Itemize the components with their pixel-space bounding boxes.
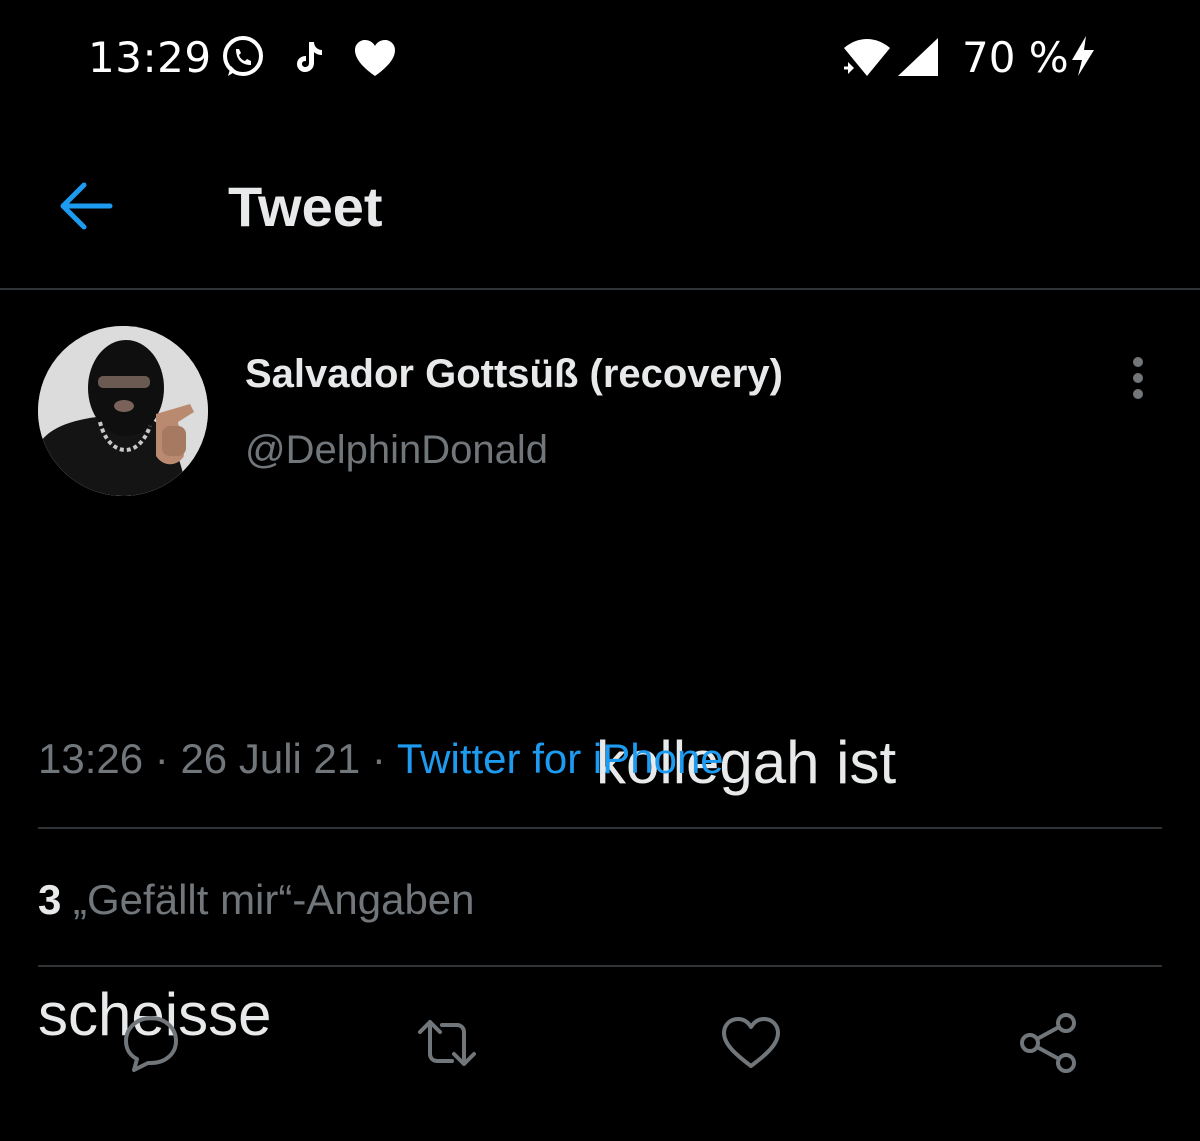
retweet-icon xyxy=(418,1020,476,1066)
like-icon xyxy=(722,1017,780,1068)
page-title: Tweet xyxy=(228,175,383,238)
tweet-date: 26 Juli 21 xyxy=(180,735,361,782)
back-button[interactable] xyxy=(52,176,122,236)
status-time: 13:29 xyxy=(88,33,212,82)
like-button[interactable] xyxy=(718,1010,784,1076)
heart-icon xyxy=(353,38,397,83)
avatar-image xyxy=(38,326,208,496)
tweet-time: 13:26 xyxy=(38,735,144,782)
reply-button[interactable] xyxy=(118,1010,184,1076)
tweet-meta: 13:26 · 26 Juli 21 · Twitter for iPhone xyxy=(38,735,724,783)
meta-separator: · xyxy=(154,735,169,782)
battery-percent: 70 % xyxy=(962,33,1069,82)
meta-separator: · xyxy=(371,735,386,782)
tweet-action-bar xyxy=(0,1010,1200,1080)
avatar[interactable] xyxy=(38,326,208,496)
wifi-icon xyxy=(842,38,892,83)
more-vertical-icon xyxy=(1133,357,1143,399)
likes-summary[interactable]: 3 „Gefällt mir“-Angaben xyxy=(38,876,475,924)
user-handle[interactable]: @DelphinDonald xyxy=(245,428,548,473)
display-name[interactable]: Salvador Gottsüß (recovery) xyxy=(245,352,783,397)
status-bar: 13:29 70 % xyxy=(0,0,1200,120)
arrow-left-icon xyxy=(60,182,113,230)
reply-icon xyxy=(124,1016,178,1072)
more-options-button[interactable] xyxy=(1118,352,1158,408)
likes-label: „Gefällt mir“-Angaben xyxy=(73,876,475,923)
divider xyxy=(38,965,1162,967)
charging-icon xyxy=(1068,34,1098,83)
likes-count: 3 xyxy=(38,876,62,923)
divider xyxy=(38,827,1162,829)
top-app-bar: Tweet xyxy=(0,130,1200,290)
tiktok-icon xyxy=(295,40,325,79)
tweet-source-link[interactable]: Twitter for iPhone xyxy=(397,735,724,782)
share-button[interactable] xyxy=(1016,1010,1082,1076)
signal-icon xyxy=(896,36,940,83)
whatsapp-icon xyxy=(220,34,266,85)
retweet-button[interactable] xyxy=(414,1010,480,1076)
share-icon xyxy=(1020,1013,1076,1073)
